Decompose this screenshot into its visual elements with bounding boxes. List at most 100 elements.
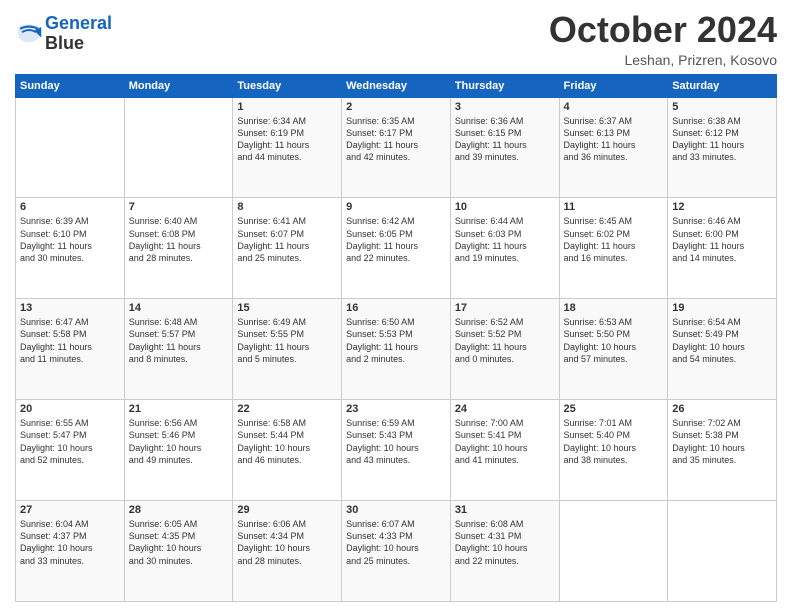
cell-line: Sunset: 4:31 PM [455,531,522,541]
day-number: 26 [672,403,772,415]
logo-line2: Blue [45,34,112,54]
cell-line: Sunrise: 6:47 AM [20,317,89,327]
cell-line: Daylight: 10 hours [20,543,93,553]
cell-line: Daylight: 11 hours [237,140,309,150]
cell-line: Sunrise: 6:38 AM [672,116,741,126]
cell-line: Daylight: 10 hours [564,342,637,352]
cell-line: Daylight: 11 hours [237,342,309,352]
weekday-header: Thursday [450,74,559,97]
cell-line: Daylight: 10 hours [237,543,310,553]
cell-line: Sunrise: 6:45 AM [564,216,633,226]
cell-line: and 46 minutes. [237,455,301,465]
calendar-cell [668,501,777,602]
cell-line: Sunset: 5:47 PM [20,430,87,440]
header: General Blue October 2024 Leshan, Prizre… [15,10,777,68]
day-number: 14 [129,302,229,314]
cell-info: Sunrise: 6:56 AMSunset: 5:46 PMDaylight:… [129,417,229,466]
cell-line: and 38 minutes. [564,455,628,465]
weekday-header: Monday [124,74,233,97]
cell-line: Daylight: 11 hours [564,140,636,150]
cell-info: Sunrise: 7:02 AMSunset: 5:38 PMDaylight:… [672,417,772,466]
cell-info: Sunrise: 6:08 AMSunset: 4:31 PMDaylight:… [455,518,555,567]
cell-line: Daylight: 11 hours [672,241,744,251]
day-number: 3 [455,101,555,113]
cell-line: and 22 minutes. [455,556,519,566]
weekday-header: Friday [559,74,668,97]
day-number: 12 [672,201,772,213]
cell-line: and 52 minutes. [20,455,84,465]
cell-line: Sunset: 6:13 PM [564,128,631,138]
cell-info: Sunrise: 7:01 AMSunset: 5:40 PMDaylight:… [564,417,664,466]
cell-line: Daylight: 11 hours [564,241,636,251]
cell-line: and 25 minutes. [346,556,410,566]
calendar-cell: 30Sunrise: 6:07 AMSunset: 4:33 PMDayligh… [342,501,451,602]
day-number: 11 [564,201,664,213]
cell-line: Sunset: 6:19 PM [237,128,304,138]
day-number: 8 [237,201,337,213]
cell-line: Daylight: 11 hours [129,241,201,251]
cell-line: Sunset: 6:05 PM [346,229,413,239]
day-number: 25 [564,403,664,415]
cell-line: and 28 minutes. [129,253,193,263]
cell-info: Sunrise: 6:06 AMSunset: 4:34 PMDaylight:… [237,518,337,567]
cell-line: and 16 minutes. [564,253,628,263]
cell-line: and 22 minutes. [346,253,410,263]
cell-line: Sunrise: 6:08 AM [455,519,524,529]
cell-line: Sunset: 5:57 PM [129,329,196,339]
calendar-cell: 15Sunrise: 6:49 AMSunset: 5:55 PMDayligh… [233,299,342,400]
cell-line: Daylight: 10 hours [20,443,93,453]
cell-line: Sunrise: 6:58 AM [237,418,306,428]
cell-line: and 2 minutes. [346,354,405,364]
cell-line: Sunrise: 6:59 AM [346,418,415,428]
weekday-header: Tuesday [233,74,342,97]
calendar-cell: 14Sunrise: 6:48 AMSunset: 5:57 PMDayligh… [124,299,233,400]
cell-info: Sunrise: 6:59 AMSunset: 5:43 PMDaylight:… [346,417,446,466]
day-number: 6 [20,201,120,213]
cell-info: Sunrise: 6:54 AMSunset: 5:49 PMDaylight:… [672,316,772,365]
cell-info: Sunrise: 6:34 AM Sunset: 6:19 PM Daylight:… [237,115,337,164]
cell-line: Sunset: 5:38 PM [672,430,739,440]
cell-line: Sunrise: 6:44 AM [455,216,524,226]
cell-line: Sunrise: 6:06 AM [237,519,306,529]
cell-info: Sunrise: 6:52 AMSunset: 5:52 PMDaylight:… [455,316,555,365]
cell-line: Sunrise: 6:34 AM [237,116,306,126]
cell-line: Sunset: 5:40 PM [564,430,631,440]
cell-line: Daylight: 11 hours [455,140,527,150]
cell-line: and 19 minutes. [455,253,519,263]
cell-line: Sunset: 6:03 PM [455,229,522,239]
cell-line: Daylight: 10 hours [672,342,745,352]
cell-line: and 36 minutes. [564,152,628,162]
day-number: 20 [20,403,120,415]
cell-line: and 5 minutes. [237,354,296,364]
calendar-cell [16,97,125,198]
day-number: 23 [346,403,446,415]
cell-info: Sunrise: 6:44 AMSunset: 6:03 PMDaylight:… [455,215,555,264]
cell-line: Sunset: 6:15 PM [455,128,522,138]
cell-line: Sunrise: 6:53 AM [564,317,633,327]
cell-line: Daylight: 11 hours [20,342,92,352]
weekday-header: Saturday [668,74,777,97]
day-number: 19 [672,302,772,314]
calendar-cell: 7Sunrise: 6:40 AMSunset: 6:08 PMDaylight… [124,198,233,299]
day-number: 1 [237,101,337,113]
cell-line: and 39 minutes. [455,152,519,162]
day-number: 2 [346,101,446,113]
cell-line: Sunrise: 6:36 AM [455,116,524,126]
cell-line: and 42 minutes. [346,152,410,162]
cell-line: Sunset: 6:10 PM [20,229,87,239]
cell-line: and 30 minutes. [20,253,84,263]
cell-line: and 28 minutes. [237,556,301,566]
day-number: 30 [346,504,446,516]
cell-info: Sunrise: 6:49 AMSunset: 5:55 PMDaylight:… [237,316,337,365]
cell-info: Sunrise: 6:47 AMSunset: 5:58 PMDaylight:… [20,316,120,365]
cell-info: Sunrise: 6:37 AMSunset: 6:13 PMDaylight:… [564,115,664,164]
location: Leshan, Prizren, Kosovo [549,52,777,68]
cell-line: Daylight: 10 hours [237,443,310,453]
cell-info: Sunrise: 7:00 AMSunset: 5:41 PMDaylight:… [455,417,555,466]
cell-line: Sunset: 6:08 PM [129,229,196,239]
calendar-week-row: 1 Sunrise: 6:34 AM Sunset: 6:19 PM Daylight… [16,97,777,198]
cell-line: and 43 minutes. [346,455,410,465]
cell-line: Sunrise: 6:05 AM [129,519,198,529]
weekday-header: Sunday [16,74,125,97]
calendar-cell: 10Sunrise: 6:44 AMSunset: 6:03 PMDayligh… [450,198,559,299]
